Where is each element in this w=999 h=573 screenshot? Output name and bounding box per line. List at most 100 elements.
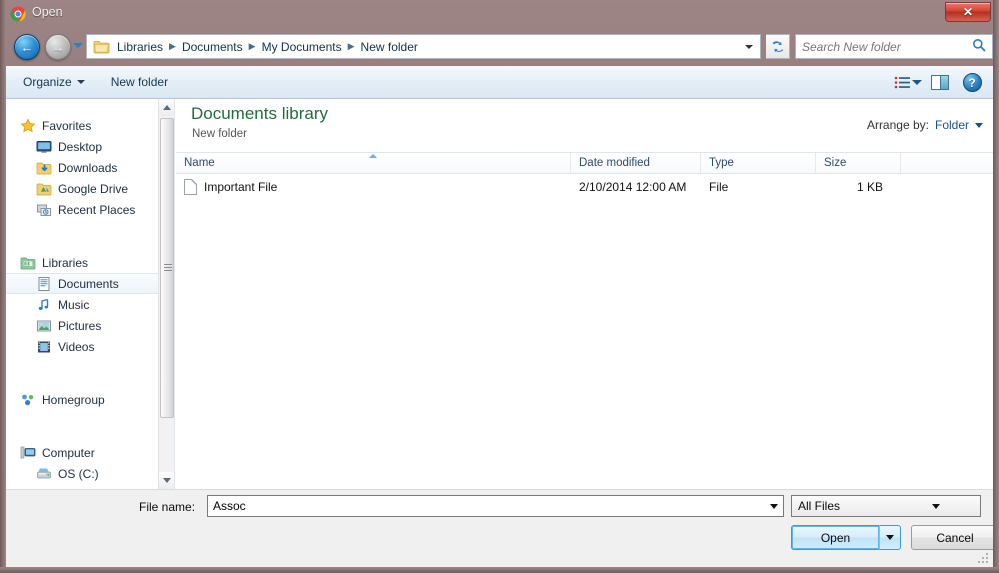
column-label: Size (824, 157, 846, 169)
close-button[interactable]: ✕ (945, 2, 991, 22)
refresh-button[interactable] (766, 34, 790, 59)
search-icon (972, 38, 986, 55)
spacer (6, 99, 174, 115)
breadcrumb-item-documents[interactable]: Documents (178, 38, 247, 56)
breadcrumb-item-new-folder[interactable]: New folder (357, 38, 422, 56)
scroll-down-button[interactable] (159, 472, 175, 489)
change-view-button[interactable] (893, 71, 923, 95)
sidebar-item-recent-places[interactable]: Recent Places (6, 199, 174, 220)
sidebar-item-videos[interactable]: Videos (6, 336, 174, 357)
library-title: Documents library (191, 104, 328, 124)
homegroup-icon (20, 392, 36, 408)
arrange-by-control: Arrange by: Folder (867, 118, 983, 132)
sidebar-group-libraries[interactable]: Libraries (6, 252, 174, 273)
table-row[interactable]: Important File 2/10/2014 12:00 AM File 1… (176, 175, 993, 199)
sidebar-item-pictures[interactable]: Pictures (6, 315, 174, 336)
navigation-pane: Favorites Desktop (6, 99, 175, 489)
file-type-chevron-down-icon[interactable] (886, 496, 980, 516)
column-label: Type (709, 157, 734, 169)
column-header-name[interactable]: Name (176, 153, 571, 173)
search-box[interactable] (795, 34, 993, 59)
scroll-up-button[interactable] (159, 99, 175, 116)
cancel-label: Cancel (936, 531, 973, 545)
cell-size: 1 KB (816, 175, 901, 199)
search-input[interactable] (802, 40, 972, 54)
address-bar[interactable]: Libraries ▶ Documents ▶ My Documents ▶ N… (86, 34, 761, 59)
cancel-button[interactable]: Cancel (911, 525, 999, 550)
sidebar-item-os-c[interactable]: OS (C:) (6, 463, 174, 484)
column-header-empty[interactable] (901, 153, 993, 173)
column-header-date-modified[interactable]: Date modified (571, 153, 701, 173)
cell-type: File (701, 175, 816, 199)
file-type-combobox[interactable]: All Files (791, 495, 981, 517)
file-icon (184, 179, 197, 195)
forward-arrow-icon: → (46, 35, 70, 59)
sidebar-label: Homegroup (42, 393, 105, 407)
sidebar-scrollbar[interactable] (158, 99, 174, 489)
column-header-type[interactable]: Type (701, 153, 816, 173)
spacer (6, 426, 174, 442)
sidebar-item-desktop[interactable]: Desktop (6, 136, 174, 157)
breadcrumb-separator-icon[interactable]: ▶ (247, 41, 258, 52)
libraries-icon (20, 255, 36, 271)
sidebar-group-computer[interactable]: Computer (6, 442, 174, 463)
window-border-right (993, 0, 999, 573)
breadcrumb-item-libraries[interactable]: Libraries (113, 38, 167, 56)
recent-places-icon (36, 202, 52, 218)
sidebar-label: Music (58, 298, 89, 312)
breadcrumb-separator-icon[interactable]: ▶ (167, 41, 178, 52)
file-name-combobox[interactable] (207, 495, 784, 517)
column-headers: Name Date modified Type Size (176, 152, 993, 174)
sidebar-label: Favorites (42, 119, 91, 133)
file-name-input[interactable] (208, 496, 765, 516)
library-subtitle: New folder (192, 128, 247, 140)
close-icon: ✕ (946, 3, 990, 21)
sort-ascending-icon (369, 154, 377, 158)
preview-pane-button[interactable] (925, 71, 955, 95)
google-drive-folder-icon (36, 181, 52, 197)
sidebar-group-homegroup[interactable]: Homegroup (6, 389, 174, 410)
breadcrumb-separator-icon[interactable]: ▶ (346, 41, 357, 52)
open-label: Open (821, 531, 850, 545)
new-folder-button[interactable]: New folder (102, 70, 177, 94)
sidebar-item-google-drive[interactable]: Google Drive (6, 178, 174, 199)
desktop-icon (36, 139, 52, 155)
view-chevron-down-icon[interactable] (912, 80, 922, 85)
organize-label: Organize (23, 75, 72, 89)
column-header-size[interactable]: Size (816, 153, 901, 173)
chevron-down-icon[interactable] (975, 123, 983, 128)
scrollbar-thumb[interactable] (160, 118, 174, 418)
sidebar-group-favorites[interactable]: Favorites (6, 115, 174, 136)
open-dropdown-button[interactable] (879, 525, 901, 550)
column-label: Date modified (579, 157, 650, 169)
sidebar-item-downloads[interactable]: Downloads (6, 157, 174, 178)
library-header: Documents library New folder Arrange by:… (176, 99, 993, 152)
forward-button[interactable]: → (45, 34, 71, 60)
sidebar-label: Google Drive (58, 182, 128, 196)
star-icon (20, 118, 36, 134)
window-title: Open (32, 5, 63, 19)
address-chevron-down-icon[interactable] (740, 35, 758, 58)
recent-locations-chevron-down-icon[interactable] (73, 43, 83, 48)
file-name-label: File name: (139, 500, 195, 514)
breadcrumb-item-my-documents[interactable]: My Documents (258, 38, 346, 56)
sidebar-item-music[interactable]: Music (6, 294, 174, 315)
computer-icon (20, 445, 36, 461)
folder-icon (93, 39, 110, 54)
sidebar-label: Libraries (42, 256, 88, 270)
new-folder-label: New folder (111, 75, 168, 89)
hard-drive-icon (36, 466, 52, 482)
spacer (6, 410, 174, 426)
spacer (6, 357, 174, 373)
pictures-library-icon (36, 318, 52, 334)
open-button[interactable]: Open (791, 525, 879, 550)
help-button[interactable]: ? (957, 71, 987, 95)
dialog-body: Favorites Desktop (6, 99, 993, 489)
organize-button[interactable]: Organize (14, 70, 94, 94)
arrange-by-value[interactable]: Folder (935, 118, 969, 132)
chrome-icon (10, 6, 26, 22)
resize-grip-icon[interactable] (978, 553, 990, 565)
back-button[interactable]: ← (14, 34, 40, 60)
sidebar-item-documents[interactable]: Documents (6, 273, 174, 294)
file-name-chevron-down-icon[interactable] (765, 496, 783, 516)
